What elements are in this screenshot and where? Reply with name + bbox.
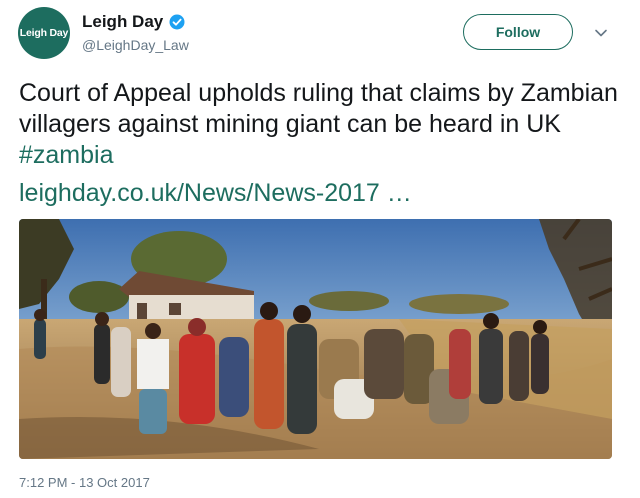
tweet-text: Court of Appeal upholds ruling that clai… bbox=[19, 78, 619, 171]
tweet-photo[interactable] bbox=[19, 219, 612, 459]
account-name-row: Leigh Day bbox=[82, 12, 185, 32]
avatar[interactable]: Leigh Day bbox=[18, 7, 70, 59]
url-ellipsis: … bbox=[379, 179, 412, 207]
verified-badge-icon bbox=[169, 14, 185, 30]
avatar-logo-text: Leigh Day bbox=[19, 27, 69, 39]
tweet-body: Court of Appeal upholds ruling that clai… bbox=[19, 79, 618, 138]
tweet-link-line: leighday.co.uk/News/News-2017 … bbox=[19, 178, 412, 209]
tweet-timestamp[interactable]: 7:12 PM - 13 Oct 2017 bbox=[19, 475, 150, 490]
follow-button[interactable]: Follow bbox=[463, 14, 573, 50]
hashtag-link[interactable]: #zambia bbox=[19, 141, 114, 169]
chevron-down-icon[interactable] bbox=[594, 26, 608, 40]
photo-illustration bbox=[19, 219, 612, 459]
display-name[interactable]: Leigh Day bbox=[82, 12, 163, 32]
account-handle[interactable]: @LeighDay_Law bbox=[82, 37, 189, 53]
url-link[interactable]: leighday.co.uk/News/News-2017 bbox=[19, 179, 380, 207]
